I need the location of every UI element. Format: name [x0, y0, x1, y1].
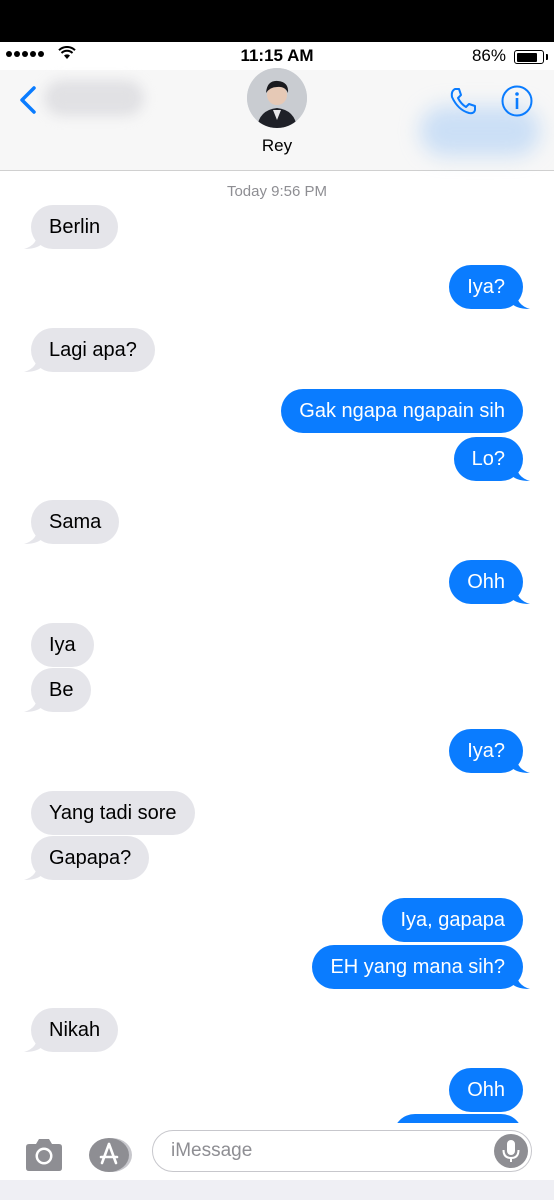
outgoing-message-bubble[interactable]: Iya, gapapa	[382, 898, 523, 942]
bubble-tail	[510, 971, 530, 989]
conversation-header: Rey	[0, 68, 554, 171]
bubble-tail	[510, 291, 530, 309]
thread-timestamp: Today 9:56 PM	[226, 183, 328, 200]
outgoing-message-bubble[interactable]: EH yang mana sih?	[312, 945, 523, 989]
bubble-tail	[24, 231, 44, 249]
avatar[interactable]	[247, 68, 307, 128]
incoming-message-bubble[interactable]: Berlin	[31, 205, 119, 249]
back-chevron-icon[interactable]	[16, 80, 44, 120]
outgoing-message-bubble[interactable]: Ohh	[449, 1068, 523, 1112]
bubble-tail	[24, 526, 44, 544]
microphone-glyph	[502, 1140, 520, 1162]
incoming-message-bubble[interactable]: Iya	[31, 623, 94, 667]
bubble-tail	[24, 862, 44, 880]
avatar-photo	[247, 68, 307, 128]
microphone-icon[interactable]	[494, 1134, 528, 1168]
blurred-region	[44, 80, 144, 116]
phone-icon[interactable]	[446, 84, 480, 118]
bubble-tail	[510, 755, 530, 773]
outgoing-message-bubble[interactable]: Gak ngapa ngapain sih	[281, 389, 523, 433]
bottom-strip	[0, 1180, 554, 1200]
bubble-tail	[24, 1034, 44, 1052]
outgoing-message-bubble-partial[interactable]	[393, 1114, 523, 1123]
incoming-message-bubble[interactable]: Nikah	[31, 1008, 119, 1052]
incoming-message-bubble[interactable]: Gapapa?	[31, 836, 150, 880]
message-thread[interactable]: Today 9:56 PM Berlin Iya? Lagi apa? Gak …	[0, 171, 554, 1123]
battery-percent: 86%	[471, 46, 506, 65]
app-store-icon[interactable]	[88, 1135, 132, 1175]
bubble-tail	[510, 463, 530, 481]
imessage-placeholder: iMessage	[171, 1140, 253, 1161]
status-time: 11:15 AM	[240, 46, 314, 65]
incoming-message-bubble[interactable]: Sama	[31, 500, 120, 544]
incoming-message-bubble[interactable]: Lagi apa?	[31, 328, 155, 372]
info-icon[interactable]	[500, 84, 534, 118]
imessage-input[interactable]: iMessage	[152, 1130, 532, 1172]
contact-name[interactable]: Rey	[0, 136, 554, 156]
bubble-tail	[24, 354, 44, 372]
top-black-bar	[0, 0, 554, 42]
camera-icon[interactable]	[22, 1135, 66, 1175]
battery-icon	[514, 50, 548, 64]
bubble-tail	[510, 586, 530, 604]
bubble-tail	[24, 694, 44, 712]
status-bar: 11:15 AM 86%	[0, 42, 554, 70]
incoming-message-bubble[interactable]: Yang tadi sore	[31, 791, 195, 835]
